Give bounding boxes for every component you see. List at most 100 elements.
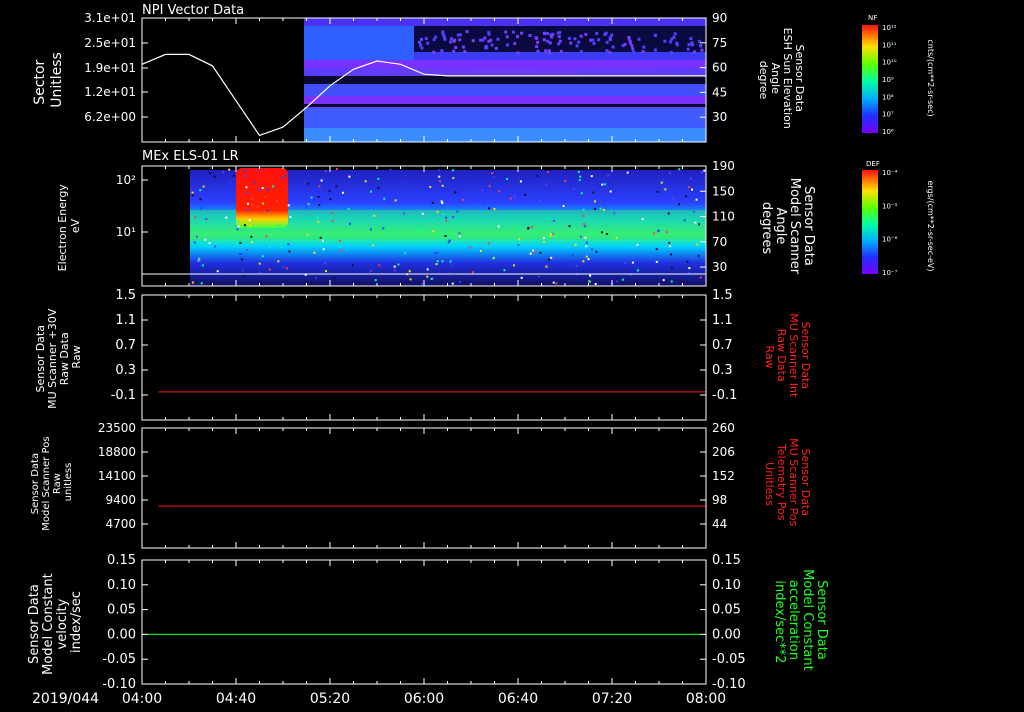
els-speck [670,280,673,283]
npi-speck [516,35,519,39]
els-speck [441,260,444,263]
els-speck [487,242,490,245]
els-speck [240,258,243,261]
npi-speck [641,50,645,54]
y-tick-label: 45 [712,85,727,99]
els-speck [498,190,500,193]
y-tick-label: 0.10 [712,578,741,593]
els-speck [191,191,194,194]
els-speck [677,203,680,206]
els-speck [693,210,696,213]
npi-speck [673,32,677,36]
npi-sparse-region [414,26,706,52]
els-speck [392,234,395,237]
els-speck [209,172,212,175]
npi-speck [669,50,673,54]
els-speck [436,210,439,213]
colorbar-tick-label: 10⁻⁵ [882,202,898,210]
els-speck [243,169,246,172]
npi-speck [669,40,673,44]
els-speck [426,268,429,271]
els-speck [288,250,291,253]
npi-speck [443,37,447,41]
els-speck [205,218,208,220]
npi-speck [546,39,549,43]
npi-sector-band-5 [304,108,706,128]
els-speck [393,265,396,268]
npi-speck [567,36,571,40]
y-tick-label: 98 [712,493,727,507]
els-speck [520,276,523,279]
els-speck [578,179,581,182]
y-tick-label: 30 [712,260,727,274]
scanner-pos-right-ticks: 260 206 152 98 44 [700,421,735,531]
els-speck [341,191,344,194]
npi-y2label: Sensor Data ESH Sun Elevation Angle degr… [757,28,806,133]
els-speck [509,197,512,200]
els-speck [582,208,585,211]
els-speck [195,235,198,238]
npi-speck [536,40,540,44]
els-speck [554,257,557,260]
els-speck [552,219,555,222]
npi-speck [543,31,546,35]
els-speck [590,175,593,178]
npi-speck [542,38,546,42]
els-speck [317,220,320,223]
y-tick-label: 6.2e+00 [84,110,136,124]
els-speck [452,177,455,180]
els-speck [191,281,194,284]
y-tick-label: 10¹ [116,225,136,239]
els-speck [579,235,582,238]
def-colorbar-unit: ergs/(cm**2-sr-sec-eV) [926,180,935,271]
npi-speck [511,30,515,34]
els-speck [616,280,619,283]
els-speck [493,208,496,210]
els-speck [249,224,252,227]
els-speck [653,232,656,235]
colorbar-tick-label: 10⁹ [882,76,894,84]
els-speck [229,180,232,183]
els-speck [458,232,461,235]
els-panel: MEx ELS-01 LR 10² 10¹ 190 150 110 70 30 Elect… [56,149,935,287]
els-y2label: Sensor Data Model Scanner Angle degrees [759,178,816,279]
els-speck [266,188,269,191]
npi-panel: NPI Vector Data 3.1e+01 2.5e+01 1.9e+01 1.2… [32,3,935,143]
els-speck [258,262,261,265]
els-speck [239,241,242,244]
els-speck [449,260,452,263]
npi-speck [504,30,508,34]
npi-left-ticks: 3.1e+01 2.5e+01 1.9e+01 1.2e+01 6.2e+00 [84,11,148,124]
els-speck [310,196,313,199]
npi-speck [623,42,627,46]
els-speck [478,202,481,205]
figure-canvas: NPI Vector Data 3.1e+01 2.5e+01 1.9e+01 1.2… [27,3,935,707]
y-tick-label: 9400 [105,493,136,507]
els-speck [261,187,264,189]
npi-speck [611,45,615,49]
npi-speck [463,50,467,54]
els-speck [618,189,621,192]
npi-speck [454,46,458,49]
npi-speck [627,37,631,41]
npi-speck [608,51,612,55]
els-speck [591,248,593,251]
els-speck [550,256,553,259]
els-speck [437,169,440,172]
els-speck [268,268,271,271]
els-speck [542,237,545,239]
scanner-raw-axes-frame [141,294,707,421]
els-speck [431,201,434,204]
els-speck [481,189,484,192]
els-speck [667,212,670,215]
els-speck [323,234,326,237]
els-speck [313,251,316,254]
els-speck [285,267,288,270]
els-speck [547,171,550,174]
els-speck [660,190,663,193]
y-tick-label: -0.10 [712,677,746,692]
els-speck [429,186,432,188]
els-speck [318,204,321,207]
els-speck [280,176,283,179]
els-speck [416,228,419,231]
